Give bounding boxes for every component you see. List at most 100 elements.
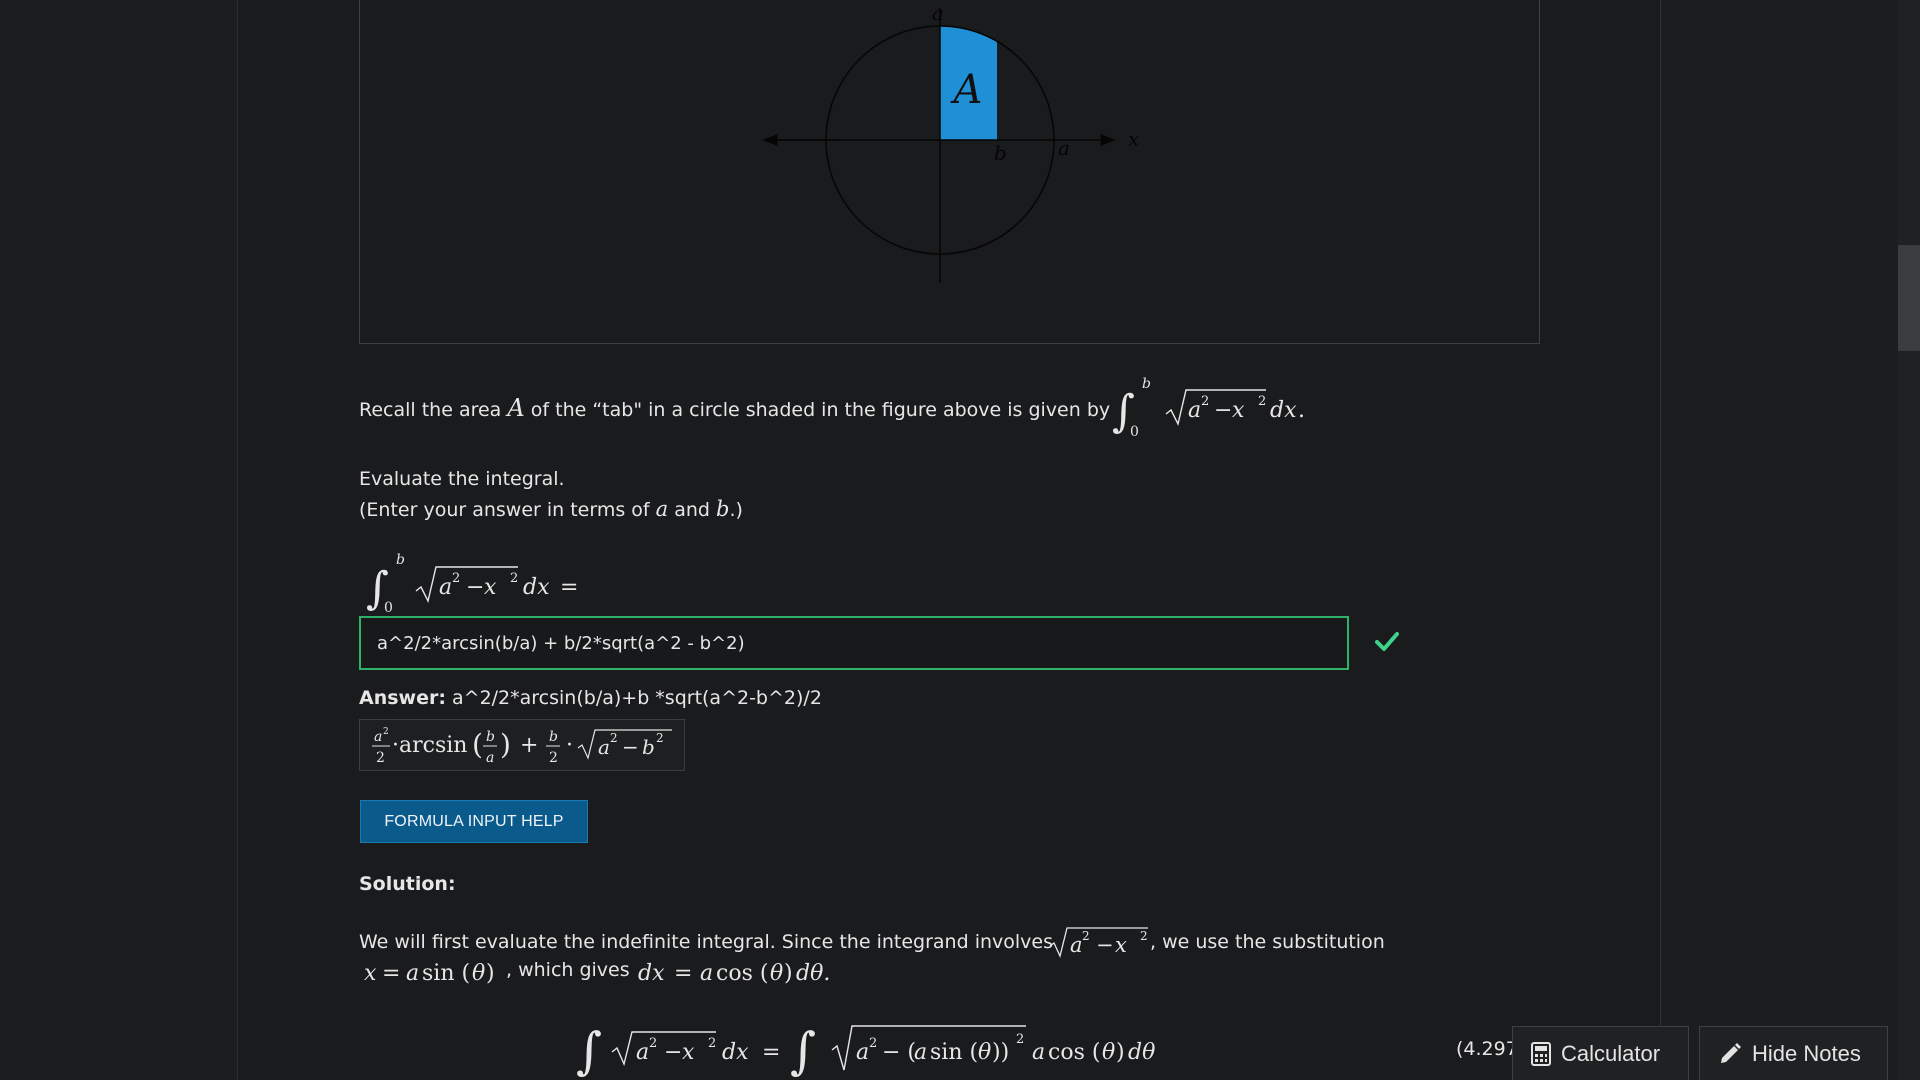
svg-text:2: 2 [1140, 929, 1148, 943]
formula-input-help-button[interactable]: FORMULA INPUT HELP [360, 800, 588, 843]
svg-text:b: b [549, 729, 558, 745]
answer-label: Answer: [359, 687, 446, 709]
svg-text:dθ: dθ [1128, 1040, 1155, 1065]
svg-text:2: 2 [656, 731, 664, 745]
svg-text:− (: − ( [882, 1040, 916, 1065]
recall-var: A [507, 394, 525, 422]
svg-text:dx: dx [1270, 398, 1297, 423]
svg-text:2: 2 [610, 731, 618, 745]
svg-text:a: a [636, 1040, 649, 1065]
svg-text:b: b [486, 729, 495, 745]
svg-text:θ: θ [472, 961, 485, 986]
svg-text:x: x [682, 1040, 695, 1065]
svg-text:0: 0 [1130, 424, 1139, 440]
svg-text:·: · [566, 733, 573, 758]
enter-instruction: (Enter your answer in terms of a and b.) [359, 495, 743, 524]
svg-text:): ) [500, 728, 511, 761]
a-mark-label: a [1058, 136, 1070, 160]
svg-text:a: a [700, 961, 713, 986]
svg-text:∫: ∫ [576, 1022, 602, 1080]
svg-text:2: 2 [376, 750, 385, 766]
svg-text:θ: θ [978, 1040, 991, 1065]
svg-text:−: − [1096, 933, 1114, 957]
svg-text:a: a [1070, 933, 1083, 957]
svg-text:sin (: sin ( [422, 961, 470, 986]
svg-text:sin (: sin ( [930, 1040, 978, 1065]
b-mark-label: b [994, 141, 1007, 165]
equation-number-partial: (4.297 [1456, 1038, 1518, 1060]
svg-text:·arcsin: ·arcsin [392, 733, 467, 758]
integral-prompt-formula: ∫ b 0 a 2 − x 2 dx = [366, 552, 578, 616]
svg-text:(: ( [472, 728, 483, 761]
y-axis-label: a [932, 1, 944, 25]
correct-check-icon [1375, 630, 1401, 656]
right-gutter [1661, 0, 1898, 1080]
hide-notes-button[interactable]: Hide Notes [1699, 1026, 1888, 1080]
svg-text:θ: θ [1102, 1040, 1115, 1065]
svg-text:): ) [1116, 1040, 1125, 1065]
scrollbar[interactable] [1898, 0, 1920, 1080]
svg-text:θ: θ [770, 961, 783, 986]
solution-line-1-pre: We will first evaluate the indefinite in… [359, 931, 1053, 953]
enter-var-a: a [655, 497, 669, 521]
svg-text:a: a [914, 1040, 927, 1065]
svg-text:cos (: cos ( [1048, 1040, 1100, 1065]
calculator-icon [1531, 1041, 1551, 1066]
answer-input-value: a^2/2*arcsin(b/a) + b/2*sqrt(a^2 - b^2) [377, 632, 745, 654]
calculator-button[interactable]: Calculator [1512, 1026, 1689, 1080]
svg-text:2: 2 [708, 1036, 716, 1051]
svg-text:−: − [664, 1040, 682, 1065]
svg-text:cos (: cos ( [716, 961, 768, 986]
enter-suffix: .) [729, 499, 743, 521]
evaluate-instruction: Evaluate the integral. [359, 468, 565, 490]
svg-text:x: x [1115, 933, 1127, 957]
svg-text:a: a [856, 1040, 869, 1065]
calculator-label: Calculator [1561, 1040, 1661, 1066]
svg-text:0: 0 [384, 600, 393, 616]
svg-text:b: b [642, 735, 655, 759]
pencil-icon [1721, 1042, 1741, 1063]
answer-rendered-formula: a 2 2 ·arcsin ( b a ) + b 2 · a 2 − b 2 [359, 719, 685, 771]
svg-text:2: 2 [1016, 1032, 1024, 1047]
svg-text:2: 2 [649, 1036, 657, 1051]
svg-text:a: a [486, 750, 494, 766]
x-axis-label: x [1128, 127, 1139, 151]
svg-text:dθ.: dθ. [796, 961, 830, 986]
svg-text:2: 2 [1258, 394, 1266, 409]
svg-text:dx: dx [638, 961, 665, 986]
enter-and: and [674, 499, 710, 521]
enter-var-b: b [716, 497, 730, 521]
svg-text:): ) [486, 961, 495, 986]
svg-text:2: 2 [1201, 394, 1209, 409]
circle-figure: A x a b a [762, 1, 1139, 283]
rendered-formula-svg: a 2 2 ·arcsin ( b a ) + b 2 · a 2 − b 2 [372, 727, 672, 766]
svg-text:2: 2 [869, 1036, 877, 1051]
svg-text:2: 2 [383, 727, 389, 737]
scrollbar-thumb[interactable] [1898, 245, 1920, 351]
svg-text:+: + [520, 733, 538, 758]
svg-text:=: = [382, 961, 400, 986]
svg-text:2: 2 [510, 571, 518, 586]
svg-text:−: − [466, 575, 484, 600]
answer-input[interactable]: a^2/2*arcsin(b/a) + b/2*sqrt(a^2 - b^2) [359, 616, 1349, 670]
figure-panel: A x a b a [359, 0, 1540, 344]
solution-sqrt-formula: a 2 − x 2 [1049, 927, 1148, 958]
svg-text:dx: dx [722, 1040, 749, 1065]
answer-text: a^2/2*arcsin(b/a)+b *sqrt(a^2-b^2)/2 [452, 687, 822, 709]
svg-text:2: 2 [452, 571, 460, 586]
svg-text:): ) [784, 961, 793, 986]
svg-text:=: = [560, 575, 578, 600]
recall-prefix: Recall the area [359, 399, 502, 421]
enter-prefix: (Enter your answer in terms of [359, 499, 650, 521]
svg-text:2: 2 [1082, 929, 1090, 943]
svg-text:a: a [1188, 398, 1201, 423]
left-gutter [0, 0, 238, 1080]
region-label: A [950, 67, 983, 113]
integral-identity-formula: ∫ a 2 − x 2 dx = ∫ a 2 − ( a sin ( θ )) … [576, 1022, 1155, 1080]
answer-line: Answer: a^2/2*arcsin(b/a)+b *sqrt(a^2-b^… [359, 686, 822, 712]
differential-formula: dx = a cos ( θ ) dθ. [638, 961, 830, 986]
svg-text:x: x [484, 575, 497, 600]
solution-label: Solution: [359, 873, 456, 895]
solution-line-1-post: , we use the substitution [1150, 931, 1385, 953]
svg-text:2: 2 [549, 750, 558, 766]
